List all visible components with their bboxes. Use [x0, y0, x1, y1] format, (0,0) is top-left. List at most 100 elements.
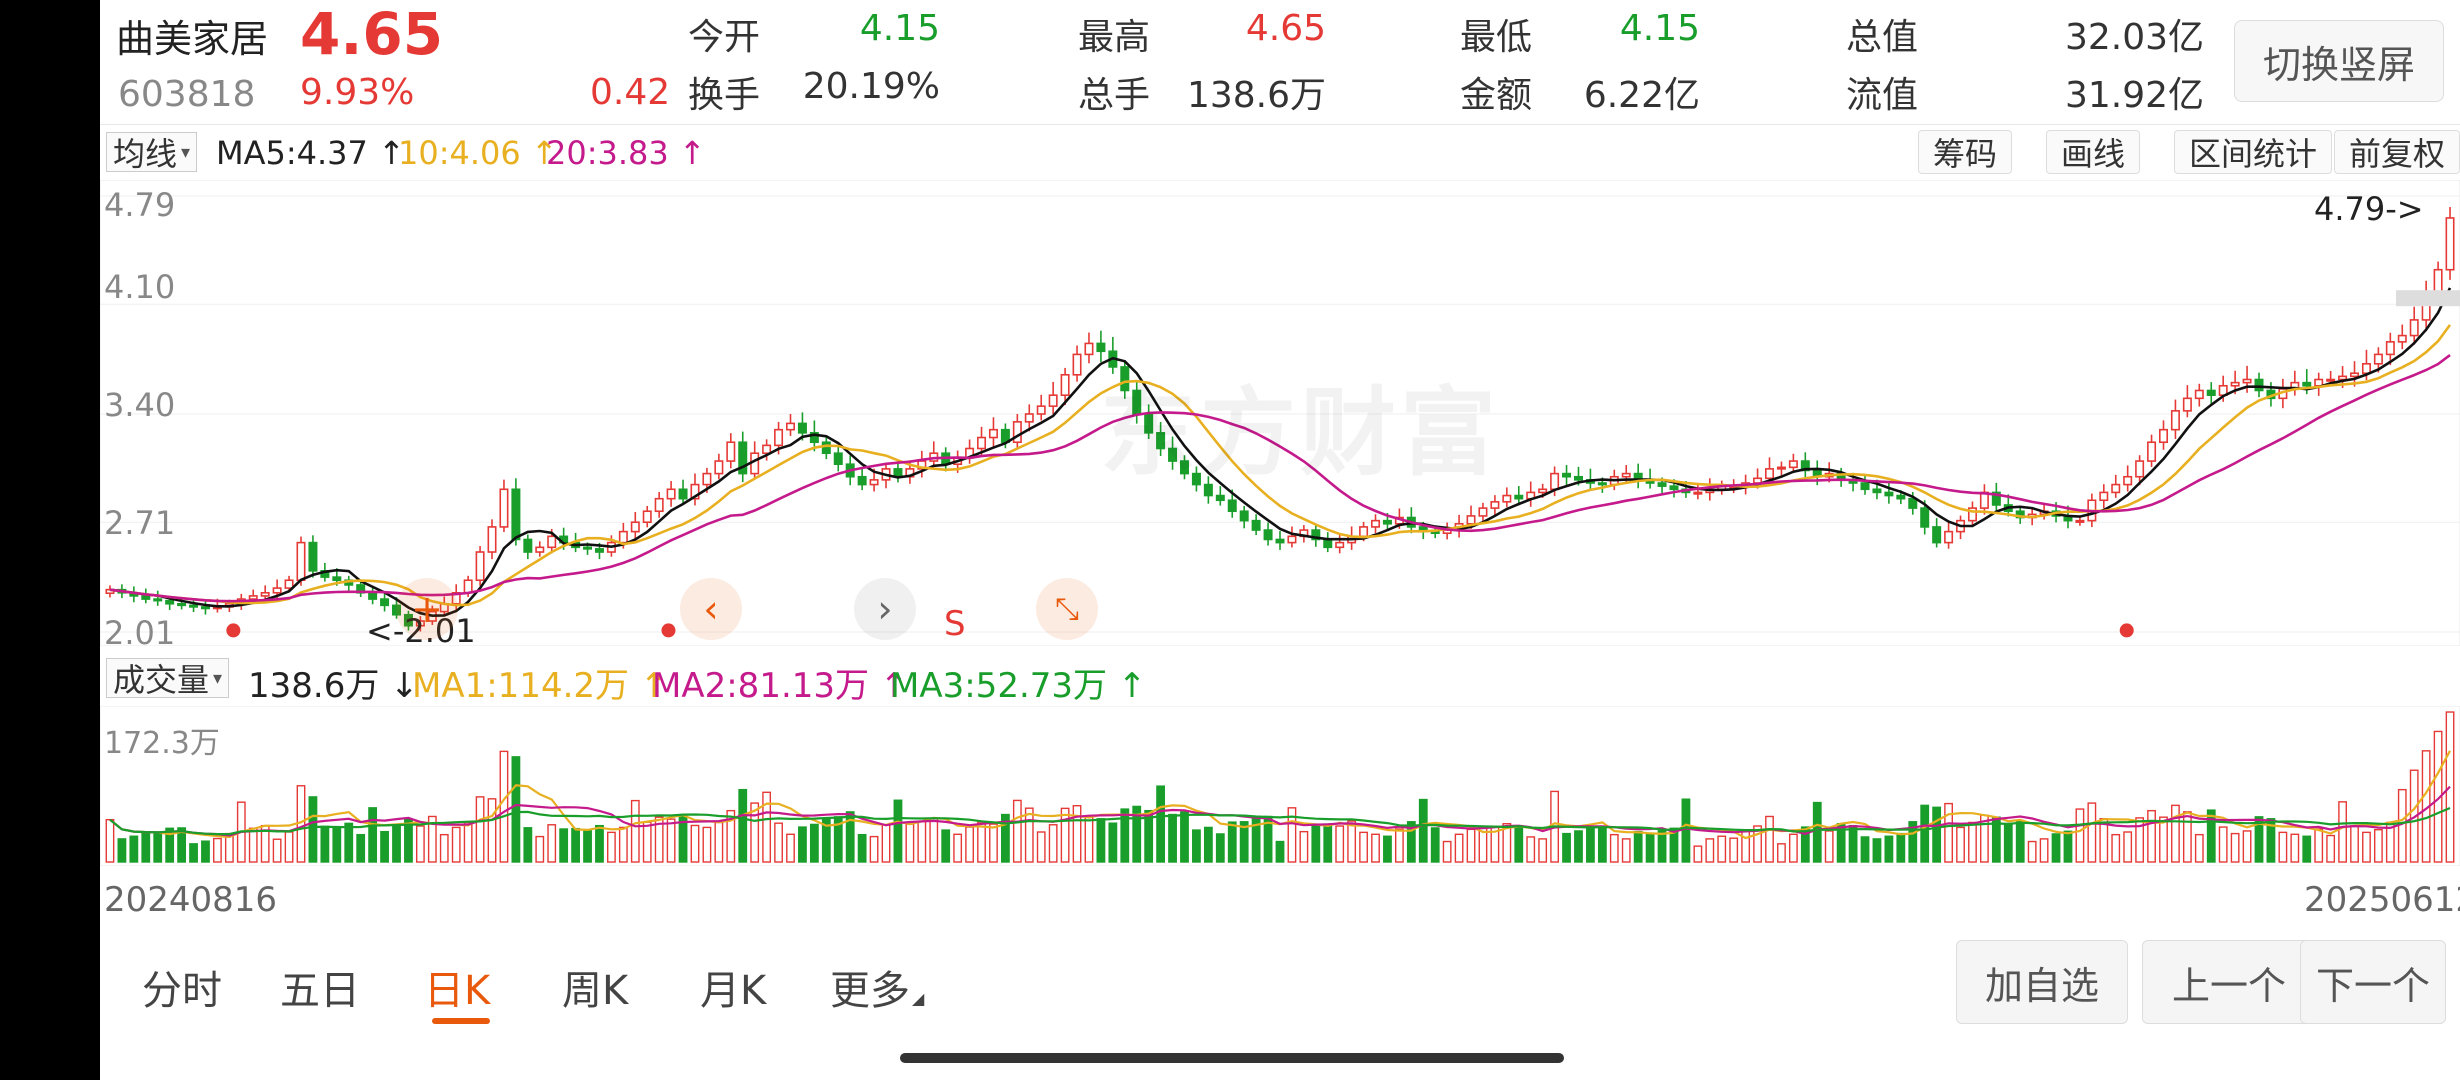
price-axis-label: 3.40: [104, 386, 176, 424]
volume-bar: [1932, 806, 1942, 863]
stat-value: 6.22亿: [1583, 75, 1700, 116]
volume-bar: [690, 824, 700, 863]
forward-adjust-button[interactable]: 前复权: [2334, 130, 2460, 174]
volume-bar: [1645, 832, 1655, 863]
interval-stats-button[interactable]: 区间统计: [2174, 130, 2333, 174]
high-marker: 4.79->: [2314, 190, 2424, 228]
change-percent: 9.93%: [300, 72, 415, 113]
tab-weekly-k[interactable]: 周K: [562, 958, 628, 1016]
volume-bar: [189, 843, 198, 863]
volume-bar: [2290, 833, 2300, 863]
price-axis-label: 4.10: [104, 268, 176, 306]
tab-daily-k[interactable]: 日K: [424, 958, 490, 1016]
volume-bar: [666, 818, 676, 863]
tab-monthly-k[interactable]: 月K: [700, 958, 766, 1016]
dropdown-triangle-icon: ▾: [181, 141, 191, 163]
volume-bar: [2063, 830, 2073, 863]
stock-code: 603818: [118, 74, 256, 115]
previous-stock-button[interactable]: 上一个: [2142, 940, 2316, 1024]
volume-indicator-select[interactable]: 成交量 ▾: [106, 658, 230, 699]
volume-bar: [1192, 829, 1201, 863]
volume-bar: [141, 832, 151, 863]
volume-bar: [523, 827, 533, 863]
volume-bar: [1717, 835, 1727, 863]
volume-bar: [941, 829, 951, 863]
portrait-mode-button[interactable]: 切换竖屏: [2234, 20, 2444, 102]
volume-bar: [1371, 833, 1380, 863]
volume-bar: [1180, 811, 1189, 863]
tab-five-day[interactable]: 五日: [280, 958, 360, 1016]
stock-kline-screen: 曲美家居 4.65 603818 9.93% 0.42 今开 4.15 最高 4.65…: [100, 0, 2460, 1080]
volume-bar: [1168, 813, 1177, 863]
volume-bar: [153, 832, 163, 863]
tab-intraday[interactable]: 分时: [142, 958, 222, 1016]
volume-bar: [499, 750, 509, 863]
volume-bar: [1765, 815, 1774, 863]
stat-value: 32.03亿: [2064, 17, 2204, 58]
volume-bar: [857, 833, 867, 863]
volume-bar: [630, 799, 640, 863]
volume-bar: [1323, 823, 1333, 863]
volume-bar: [1812, 801, 1822, 863]
volume-bar: [1621, 838, 1631, 863]
volume-bar: [1275, 840, 1285, 863]
volume-select-label: 成交量: [113, 661, 210, 699]
volume-bar: [977, 821, 986, 863]
volume-bar: [1203, 826, 1213, 863]
stat-value: 138.6万: [1186, 75, 1326, 116]
volume-bar: [1956, 826, 1965, 863]
volume-bar: [2338, 801, 2347, 863]
volume-bar: [607, 831, 616, 863]
next-stock-button[interactable]: 下一个: [2300, 940, 2446, 1024]
volume-bar: [439, 833, 449, 863]
tab-more[interactable]: 更多 ◢: [830, 958, 924, 1016]
volume-chart[interactable]: [100, 706, 2460, 866]
indicator-select-label: 均线: [113, 135, 178, 173]
volume-bar: [1609, 833, 1619, 863]
volume-bar: [2039, 838, 2049, 863]
volume-current: 138.6万 ↓: [248, 666, 419, 706]
volume-bar: [1383, 835, 1392, 863]
volume-bar: [1562, 832, 1571, 863]
volume-bar: [1072, 805, 1082, 863]
add-watchlist-button[interactable]: 加自选: [1956, 940, 2128, 1024]
volume-bar: [1538, 838, 1548, 863]
volume-bar: [1430, 827, 1440, 863]
volume-bar: [475, 796, 485, 863]
stat-value: 4.15: [859, 8, 940, 49]
scroll-left-icon[interactable]: ‹: [680, 578, 742, 640]
stat-value: 4.65: [1245, 8, 1326, 49]
scroll-right-icon[interactable]: ›: [854, 578, 916, 640]
volume-bar: [1729, 837, 1739, 863]
volume-bar: [1968, 821, 1977, 863]
indicator-select[interactable]: 均线 ▾: [106, 132, 198, 173]
collapse-icon[interactable]: ⤡: [1036, 578, 1098, 640]
volume-bar: [2123, 831, 2133, 863]
volume-bar: [571, 827, 580, 863]
volume-bar: [1120, 808, 1130, 863]
volume-bar: [595, 824, 604, 863]
volume-bar: [738, 788, 748, 863]
stat-value: 20.19%: [802, 66, 940, 107]
chip-distribution-button[interactable]: 筹码: [1918, 130, 2013, 174]
volume-bar: [1884, 835, 1894, 863]
volume-bar: [1454, 833, 1464, 863]
signal-dot: [661, 623, 676, 638]
volume-bar: [117, 838, 127, 863]
volume-bar: [1657, 830, 1667, 863]
volume-ma1: MA1:114.2万 ↑: [412, 666, 669, 706]
arrow-up-icon: ↑: [668, 134, 706, 172]
volume-bar: [1359, 831, 1368, 863]
active-tab-indicator: [432, 1018, 490, 1024]
volume-bar: [1036, 831, 1046, 863]
volume-ma2: MA2:81.13万 ↑: [652, 666, 909, 706]
price-highlight: [2396, 290, 2460, 307]
volume-bar: [2278, 831, 2288, 863]
arrow-up-icon: ↑: [1107, 666, 1147, 706]
volume-bar: [618, 826, 628, 863]
volume-bar: [1418, 798, 1428, 863]
zoom-in-icon[interactable]: +: [396, 578, 458, 640]
volume-bar: [1311, 823, 1321, 863]
volume-bar: [1574, 830, 1583, 863]
draw-line-button[interactable]: 画线: [2046, 130, 2141, 174]
